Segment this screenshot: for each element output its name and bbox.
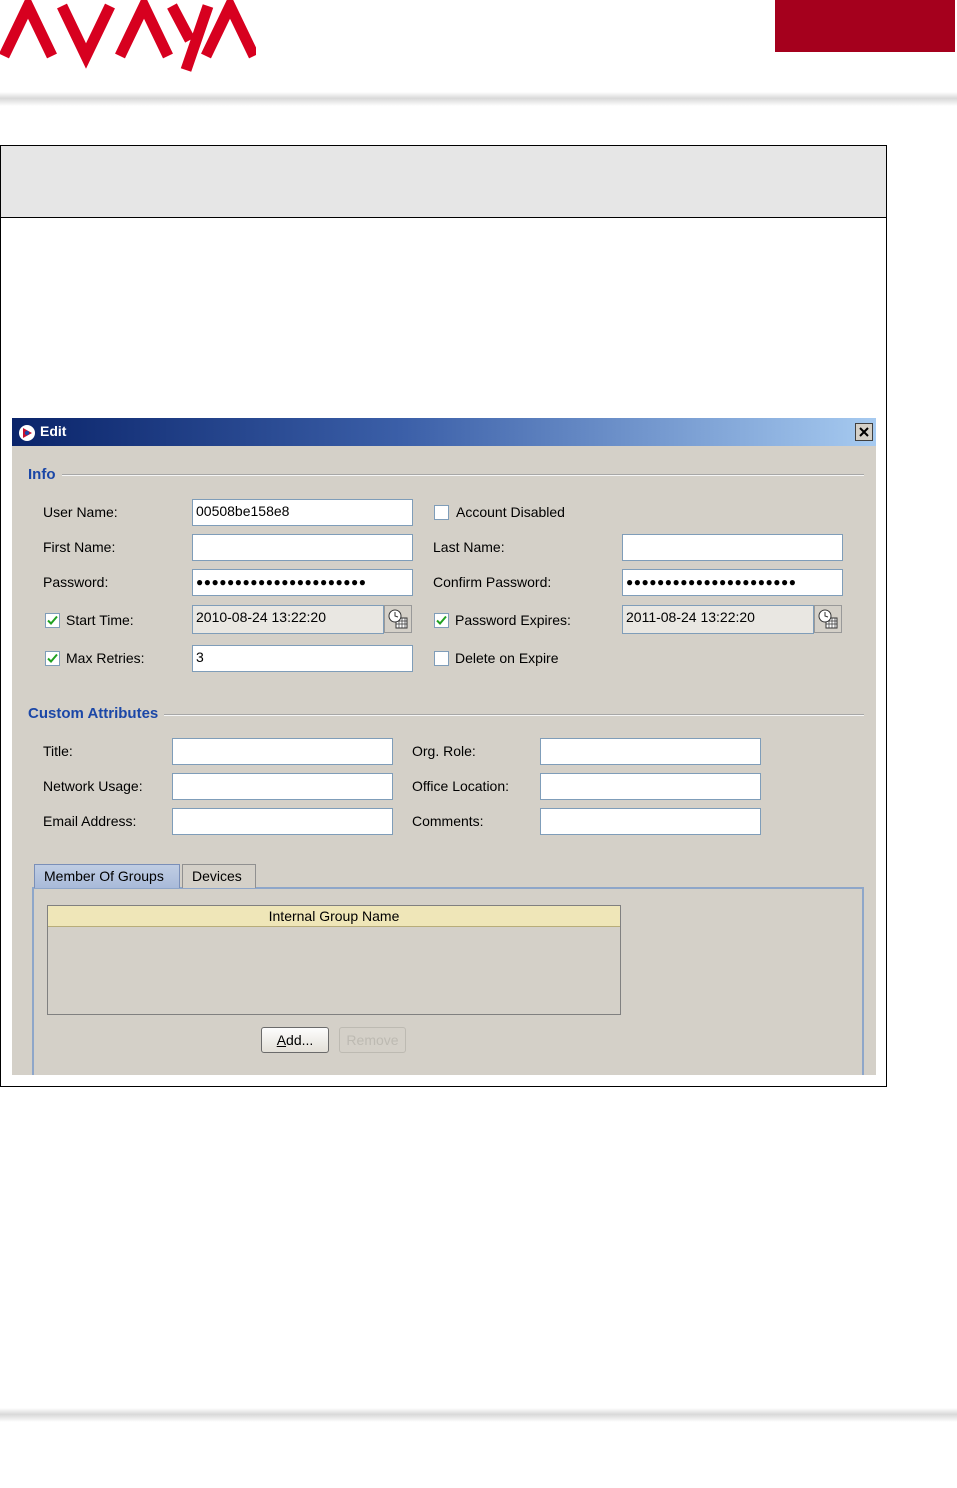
dialog-title: Edit bbox=[40, 423, 67, 439]
start-time-field[interactable]: 2010-08-24 13:22:20 bbox=[192, 605, 384, 634]
start-time-calendar-button[interactable] bbox=[384, 605, 412, 633]
confirm-password-field[interactable]: ●●●●●●●●●●●●●●●●●●●●●● bbox=[622, 569, 843, 596]
info-heading: Info bbox=[28, 466, 62, 483]
close-button[interactable] bbox=[855, 423, 873, 441]
figure-header-row bbox=[1, 146, 886, 218]
start-time-label: Start Time: bbox=[66, 612, 134, 628]
close-icon bbox=[859, 427, 869, 437]
user-name-field[interactable]: 00508be158e8 bbox=[192, 499, 413, 526]
email-address-label: Email Address: bbox=[43, 813, 137, 829]
max-retries-label: Max Retries: bbox=[66, 650, 145, 666]
start-time-checkbox[interactable] bbox=[45, 613, 60, 628]
password-field[interactable]: ●●●●●●●●●●●●●●●●●●●●●● bbox=[192, 569, 413, 596]
password-expires-field[interactable]: 2011-08-24 13:22:20 bbox=[622, 605, 814, 634]
password-expires-checkbox[interactable] bbox=[434, 613, 449, 628]
title-label: Title: bbox=[43, 743, 73, 759]
last-name-label: Last Name: bbox=[433, 539, 505, 555]
email-address-field[interactable] bbox=[172, 808, 393, 835]
checkmark-icon bbox=[436, 615, 447, 625]
remove-button[interactable]: Remove bbox=[339, 1027, 406, 1053]
max-retries-field[interactable]: 3 bbox=[192, 645, 413, 672]
password-expires-label: Password Expires: bbox=[455, 612, 571, 628]
calendar-clock-icon bbox=[388, 609, 408, 629]
org-role-field[interactable] bbox=[540, 738, 761, 765]
account-disabled-label: Account Disabled bbox=[456, 504, 565, 520]
account-disabled-checkbox[interactable] bbox=[434, 505, 449, 520]
network-usage-field[interactable] bbox=[172, 773, 393, 800]
title-field[interactable] bbox=[172, 738, 393, 765]
edit-dialog: Edit Info User Name: 00508be158e8 Accoun… bbox=[12, 418, 876, 1075]
first-name-label: First Name: bbox=[43, 539, 116, 555]
checkmark-icon bbox=[47, 615, 58, 625]
internal-group-name-column-header[interactable]: Internal Group Name bbox=[48, 906, 620, 927]
avaya-logo bbox=[0, 0, 256, 72]
checkmark-icon bbox=[47, 653, 58, 663]
custom-attributes-heading: Custom Attributes bbox=[28, 705, 165, 722]
office-location-field[interactable] bbox=[540, 773, 761, 800]
user-name-label: User Name: bbox=[43, 504, 118, 520]
org-role-label: Org. Role: bbox=[412, 743, 476, 759]
last-name-field[interactable] bbox=[622, 534, 843, 561]
header-divider-band bbox=[0, 92, 957, 106]
delete-on-expire-checkbox[interactable] bbox=[434, 651, 449, 666]
dialog-titlebar[interactable]: Edit bbox=[12, 418, 876, 446]
add-button[interactable]: Add... bbox=[261, 1027, 329, 1053]
app-icon bbox=[19, 425, 35, 441]
confirm-password-label: Confirm Password: bbox=[433, 574, 552, 590]
comments-field[interactable] bbox=[540, 808, 761, 835]
calendar-clock-icon bbox=[818, 609, 838, 629]
delete-on-expire-label: Delete on Expire bbox=[455, 650, 559, 666]
max-retries-checkbox[interactable] bbox=[45, 651, 60, 666]
office-location-label: Office Location: bbox=[412, 778, 510, 794]
password-label: Password: bbox=[43, 574, 109, 590]
footer-divider-band bbox=[0, 1408, 957, 1422]
brand-color-block bbox=[775, 0, 955, 52]
first-name-field[interactable] bbox=[192, 534, 413, 561]
comments-label: Comments: bbox=[412, 813, 484, 829]
tab-member-of-groups[interactable]: Member Of Groups bbox=[34, 864, 180, 888]
info-separator bbox=[28, 474, 864, 476]
tab-devices[interactable]: Devices bbox=[182, 864, 256, 888]
password-expires-calendar-button[interactable] bbox=[814, 605, 842, 633]
network-usage-label: Network Usage: bbox=[43, 778, 143, 794]
